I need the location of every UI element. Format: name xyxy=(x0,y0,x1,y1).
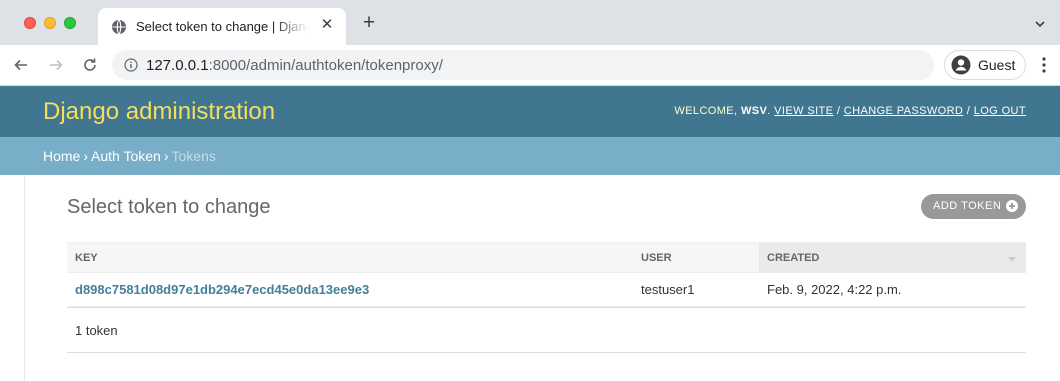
sort-toggle-icon[interactable] xyxy=(1008,257,1016,262)
admin-header: Django administration WELCOME, WSV. VIEW… xyxy=(0,86,1060,137)
arrow-left-icon[interactable] xyxy=(13,57,29,73)
token-key-link[interactable]: d898c7581d08d97e1db294e7ecd45e0da13ee9e3 xyxy=(75,282,369,297)
token-user-cell: testuser1 xyxy=(641,282,695,297)
welcome-text: WELCOME, xyxy=(674,105,738,117)
plus-icon[interactable]: + xyxy=(359,12,379,33)
user-tools: WELCOME, WSV. VIEW SITE / CHANGE PASSWOR… xyxy=(674,105,1026,117)
change-password-link[interactable]: CHANGE PASSWORD xyxy=(844,105,963,117)
paginator: 1 token xyxy=(67,307,1026,353)
results-table: KEY USER CREATED d898c7581d08d97e1db294e… xyxy=(67,242,1026,307)
url-text: 127.0.0.1:8000/admin/authtoken/tokenprox… xyxy=(146,57,443,74)
sidebar-divider xyxy=(24,175,25,381)
profile-button[interactable]: Guest xyxy=(944,50,1026,80)
page-title: Select token to change xyxy=(67,196,271,218)
maximize-window-button[interactable] xyxy=(64,17,76,29)
arrow-right-icon[interactable] xyxy=(48,57,64,73)
token-key-cell: d898c7581d08d97e1db294e7ecd45e0da13ee9e3 xyxy=(67,273,369,306)
browser-tab-strip: Select token to change | Django site adm… xyxy=(0,0,1060,45)
browser-tab[interactable]: Select token to change | Django site adm… xyxy=(98,8,346,45)
table-row: d898c7581d08d97e1db294e7ecd45e0da13ee9e3… xyxy=(67,273,1026,307)
username: WSV xyxy=(740,105,768,117)
tab-title: Select token to change | Django site adm… xyxy=(136,19,308,34)
reload-icon[interactable] xyxy=(82,57,98,73)
browser-toolbar: 127.0.0.1:8000/admin/authtoken/tokenprox… xyxy=(0,45,1060,86)
column-header-user[interactable]: USER xyxy=(633,243,759,273)
log-out-link[interactable]: LOG OUT xyxy=(974,105,1026,117)
separator: / xyxy=(836,105,841,117)
minimize-window-button[interactable] xyxy=(44,17,56,29)
kebab-menu-icon[interactable] xyxy=(1040,56,1048,74)
breadcrumb-current: Tokens xyxy=(171,148,216,164)
column-header-created-label: CREATED xyxy=(767,252,820,264)
table-header: KEY USER CREATED xyxy=(67,242,1026,273)
profile-label: Guest xyxy=(978,57,1016,73)
breadcrumb-app-link[interactable]: Auth Token xyxy=(91,148,161,164)
add-token-button[interactable]: ADD TOKEN xyxy=(921,194,1026,219)
info-icon[interactable] xyxy=(124,58,138,72)
close-icon[interactable]: ✕ xyxy=(318,16,336,34)
token-created-cell: Feb. 9, 2022, 4:22 p.m. xyxy=(767,282,902,297)
profile-icon xyxy=(951,55,971,75)
column-header-created[interactable]: CREATED xyxy=(759,243,1026,273)
breadcrumb-separator: › xyxy=(163,148,169,164)
chevron-down-icon[interactable] xyxy=(1034,18,1046,30)
address-bar[interactable]: 127.0.0.1:8000/admin/authtoken/tokenprox… xyxy=(112,50,934,80)
view-site-link[interactable]: VIEW SITE xyxy=(774,105,833,117)
site-branding[interactable]: Django administration xyxy=(43,98,275,126)
globe-icon xyxy=(112,19,126,35)
add-token-label: ADD TOKEN xyxy=(933,200,1002,212)
breadcrumb-home-link[interactable]: Home xyxy=(43,148,80,164)
plus-circle-icon xyxy=(1006,200,1018,212)
separator: / xyxy=(966,105,971,117)
close-window-button[interactable] xyxy=(24,17,36,29)
breadcrumb-separator: › xyxy=(83,148,89,164)
breadcrumb: Home › Auth Token › Tokens xyxy=(0,137,1060,175)
column-header-key[interactable]: KEY xyxy=(67,243,633,273)
